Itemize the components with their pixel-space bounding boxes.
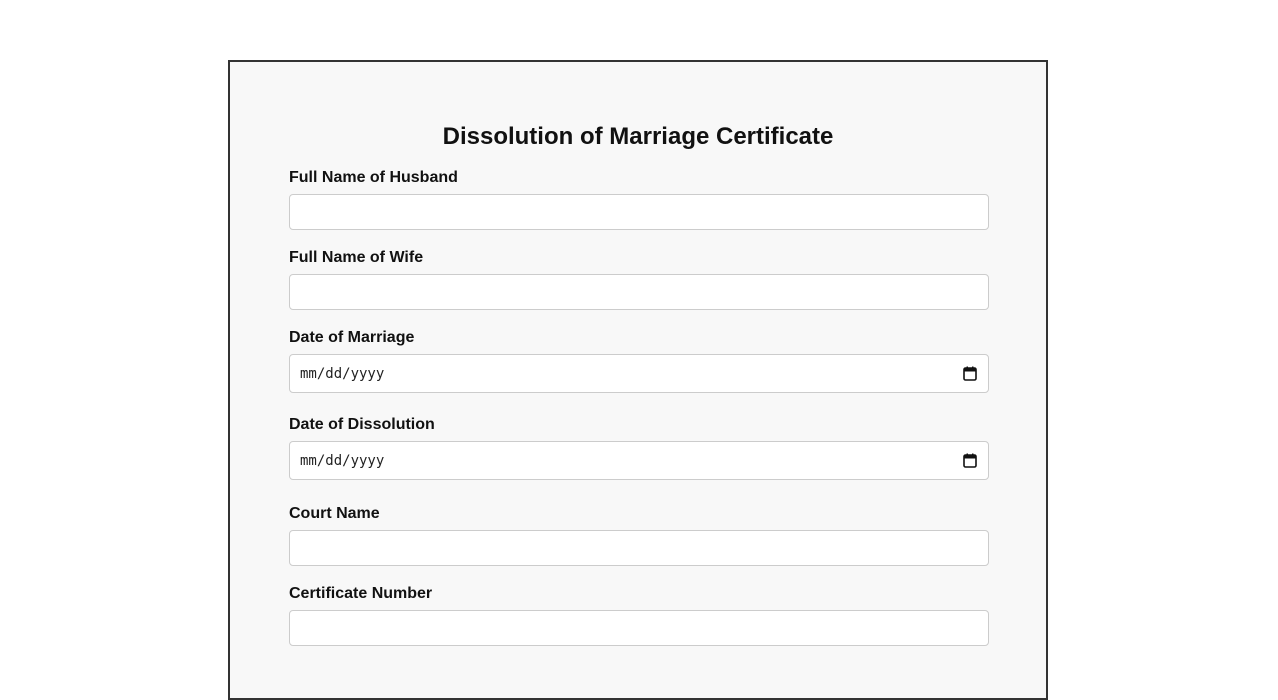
calendar-icon[interactable] [963, 366, 977, 381]
court-name-label: Court Name [289, 505, 380, 522]
marriage-date-label: Date of Marriage [289, 329, 415, 346]
husband-name-input[interactable] [289, 194, 989, 230]
certificate-form-panel: Dissolution of Marriage Certificate Full… [228, 60, 1048, 700]
wife-name-field-group: Full Name of Wife [289, 248, 989, 310]
certificate-number-field-group: Certificate Number [289, 584, 989, 646]
husband-name-label: Full Name of Husband [289, 169, 458, 186]
dissolution-date-placeholder: mm/dd/yyyy [300, 453, 385, 469]
court-name-input[interactable] [289, 530, 989, 566]
certificate-number-label: Certificate Number [289, 585, 433, 602]
dissolution-date-label: Date of Dissolution [289, 416, 435, 433]
calendar-icon[interactable] [963, 453, 977, 468]
marriage-date-field-group: Date of Marriage mm/dd/yyyy [289, 328, 989, 393]
dissolution-date-input[interactable]: mm/dd/yyyy [289, 441, 989, 480]
marriage-date-input[interactable]: mm/dd/yyyy [289, 354, 989, 393]
wife-name-input[interactable] [289, 274, 989, 310]
court-name-field-group: Court Name [289, 504, 989, 566]
certificate-form: Full Name of Husband Full Name of Wife D… [289, 168, 989, 664]
husband-name-field-group: Full Name of Husband [289, 168, 989, 230]
dissolution-date-field-group: Date of Dissolution mm/dd/yyyy [289, 415, 989, 480]
page-title: Dissolution of Marriage Certificate [442, 123, 834, 150]
marriage-date-placeholder: mm/dd/yyyy [300, 366, 385, 382]
certificate-number-input[interactable] [289, 610, 989, 646]
wife-name-label: Full Name of Wife [289, 249, 424, 266]
